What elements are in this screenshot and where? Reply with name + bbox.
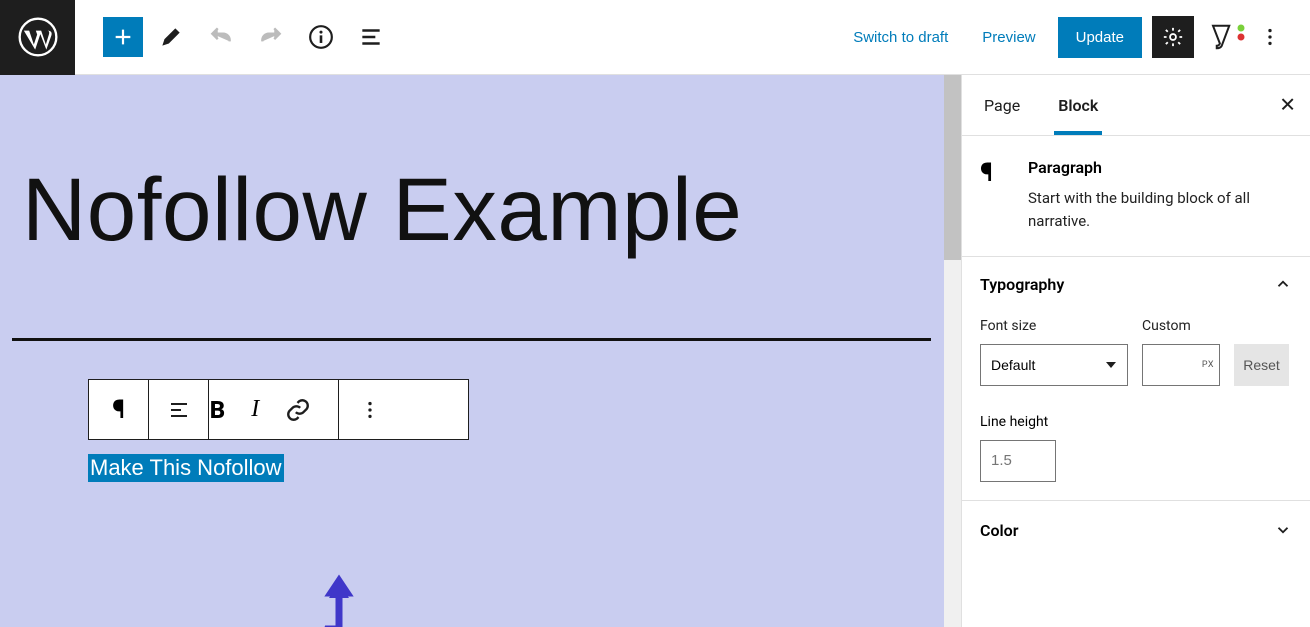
custom-size-input[interactable] (1142, 344, 1220, 386)
kebab-icon (359, 399, 381, 421)
undo-button[interactable] (199, 15, 243, 59)
chevron-up-icon (1274, 275, 1292, 293)
format-group: B I (209, 380, 339, 439)
italic-button[interactable]: I (251, 396, 259, 423)
yoast-icon (1208, 22, 1238, 52)
block-type-description: Start with the building block of all nar… (1028, 187, 1292, 234)
font-size-select[interactable]: Default (980, 344, 1128, 386)
add-block-button[interactable] (103, 17, 143, 57)
link-cell[interactable] (285, 388, 311, 432)
color-panel-toggle[interactable]: Color (980, 521, 1292, 540)
block-description: ¶ Paragraph Start with the building bloc… (962, 136, 1310, 257)
redo-button[interactable] (249, 15, 293, 59)
block-more-button[interactable] (339, 380, 401, 439)
toolbar-right-group: Switch to draft Preview Update (841, 16, 1310, 58)
reset-font-size-button[interactable]: Reset (1234, 344, 1289, 386)
line-height-input[interactable] (980, 440, 1056, 482)
outline-button[interactable] (349, 15, 393, 59)
kebab-icon (1259, 26, 1281, 48)
list-view-icon (358, 24, 384, 50)
yoast-button[interactable] (1204, 18, 1242, 56)
tab-block[interactable]: Block (1054, 75, 1102, 135)
preview-button[interactable]: Preview (970, 21, 1047, 54)
edit-mode-button[interactable] (149, 15, 193, 59)
bold-button[interactable]: B (210, 396, 225, 424)
sidebar-tabs: Page Block ✕ (962, 75, 1310, 136)
top-toolbar: Switch to draft Preview Update (0, 0, 1310, 75)
editor-canvas[interactable]: Nofollow Example ¶ B I (0, 75, 961, 627)
toolbar-left-group (75, 15, 393, 59)
page-title[interactable]: Nofollow Example (22, 165, 961, 254)
update-button[interactable]: Update (1058, 17, 1142, 58)
info-button[interactable] (299, 15, 343, 59)
title-separator (12, 338, 931, 341)
editor-scrollbar[interactable] (944, 75, 961, 627)
chevron-down-icon (1274, 521, 1292, 539)
typography-panel: Typography Font size Default (962, 257, 1310, 501)
custom-size-label: Custom (1142, 318, 1220, 334)
close-sidebar-button[interactable]: ✕ (1279, 93, 1296, 118)
selected-paragraph-text[interactable]: Make This Nofollow (88, 454, 284, 482)
scrollbar-thumb[interactable] (944, 75, 961, 260)
plus-icon (112, 26, 134, 48)
align-button[interactable] (149, 380, 209, 439)
color-heading: Color (980, 521, 1018, 540)
annotation-arrow-icon (319, 574, 359, 627)
block-type-button[interactable]: ¶ (89, 380, 149, 439)
info-icon (308, 24, 334, 50)
color-panel: Color (962, 501, 1310, 560)
wordpress-logo[interactable] (0, 0, 75, 75)
wordpress-icon (18, 17, 58, 57)
switch-to-draft-button[interactable]: Switch to draft (841, 21, 960, 54)
tab-page[interactable]: Page (980, 75, 1024, 135)
pencil-icon (158, 24, 184, 50)
block-toolbar: ¶ B I (88, 379, 469, 440)
link-icon (285, 397, 311, 423)
font-size-label: Font size (980, 318, 1128, 334)
more-options-button[interactable] (1252, 19, 1288, 55)
pilcrow-icon: ¶ (980, 158, 1008, 234)
align-left-icon (167, 398, 191, 422)
typography-panel-toggle[interactable]: Typography (980, 275, 1292, 294)
line-height-label: Line height (980, 414, 1292, 430)
block-type-name: Paragraph (1028, 158, 1292, 177)
settings-sidebar: Page Block ✕ ¶ Paragraph Start with the … (961, 75, 1310, 627)
pilcrow-icon: ¶ (112, 395, 125, 425)
gear-icon (1162, 26, 1184, 48)
traffic-light-icon (1236, 24, 1246, 42)
undo-icon (208, 24, 234, 50)
redo-icon (258, 24, 284, 50)
settings-button[interactable] (1152, 16, 1194, 58)
typography-heading: Typography (980, 275, 1064, 294)
